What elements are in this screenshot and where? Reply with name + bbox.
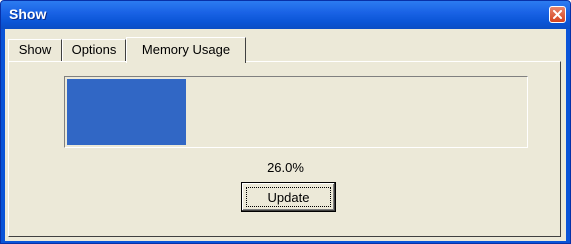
close-button[interactable] [549, 6, 566, 23]
memory-progress-bar [64, 76, 528, 148]
memory-usage-panel: 26.0% Update [8, 61, 561, 237]
window-title: Show [9, 6, 47, 22]
tab-memory-usage[interactable]: Memory Usage [126, 37, 246, 63]
memory-progress-fill [67, 79, 186, 145]
close-icon [553, 10, 562, 19]
update-button[interactable]: Update [241, 182, 336, 212]
title-bar[interactable]: Show [1, 1, 570, 29]
dialog-client-area: Show Options Memory Usage 26.0% Update [5, 29, 566, 241]
memory-percent-label: 26.0% [267, 160, 304, 175]
update-button-label: Update [246, 187, 331, 207]
tab-options[interactable]: Options [62, 39, 126, 61]
dialog-window: Show Show Options Memory Usage 26.0% Upd… [0, 0, 571, 244]
tab-show[interactable]: Show [8, 39, 62, 61]
